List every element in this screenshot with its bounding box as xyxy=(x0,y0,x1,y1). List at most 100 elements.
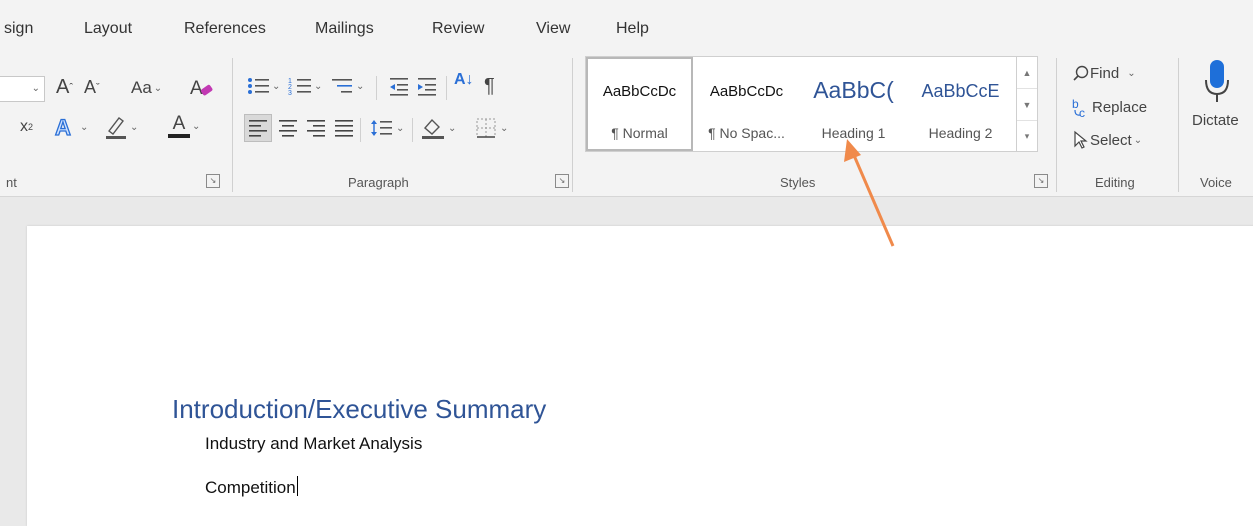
tab-references[interactable]: References xyxy=(184,20,266,38)
pilcrow-icon: ¶ xyxy=(484,75,495,97)
borders-button[interactable]: ⌄ xyxy=(474,116,508,140)
select-button[interactable]: Select ⌄ xyxy=(1072,130,1142,150)
tab-help[interactable]: Help xyxy=(616,20,649,38)
tab-view[interactable]: View xyxy=(536,20,570,38)
align-center-icon xyxy=(279,120,297,137)
replace-button[interactable]: b c Replace xyxy=(1072,96,1147,118)
chevron-down-icon: ⌄ xyxy=(448,122,457,134)
superscript-icon: x xyxy=(20,118,28,135)
shading-button[interactable]: ⌄ xyxy=(420,116,456,140)
search-icon xyxy=(1073,65,1089,81)
justify-button[interactable] xyxy=(332,116,356,140)
voice-group-label: Voice xyxy=(1200,175,1232,190)
document-paragraph[interactable]: Industry and Market Analysis xyxy=(205,434,422,454)
chevron-down-icon: ⌄ xyxy=(396,122,405,134)
tab-mailings[interactable]: Mailings xyxy=(315,20,374,38)
replace-label: Replace xyxy=(1092,98,1148,116)
increase-indent-icon xyxy=(418,78,436,96)
chevron-down-icon: ⌄ xyxy=(80,121,89,133)
chevron-down-icon: ⌄ xyxy=(272,80,281,92)
paragraph-dialog-launcher-icon[interactable]: ↘ xyxy=(555,174,569,188)
shrink-font-icon: A xyxy=(84,77,97,97)
text-effects-button[interactable]: A ⌄ xyxy=(54,114,88,140)
find-label: Find xyxy=(1090,64,1120,82)
increase-indent-button[interactable] xyxy=(416,75,438,97)
divider xyxy=(412,118,413,142)
clear-formatting-icon: A xyxy=(190,78,213,99)
highlight-color-button[interactable]: ⌄ xyxy=(104,114,138,140)
gallery-down-icon[interactable]: ▼ xyxy=(1017,89,1037,121)
bullets-icon xyxy=(248,78,269,94)
style-preview: AaBbCcDc xyxy=(709,83,784,100)
text-effects-icon: A xyxy=(54,114,71,140)
group-divider xyxy=(1056,58,1057,192)
style-preview: AaBbCcDc xyxy=(602,83,677,100)
align-right-button[interactable] xyxy=(304,116,328,140)
highlighter-icon xyxy=(106,117,126,139)
decrease-indent-button[interactable] xyxy=(388,75,410,97)
style-preview: AaBbC( xyxy=(813,77,894,103)
document-paragraph-current[interactable]: Competition xyxy=(205,476,298,498)
find-button[interactable]: Find ⌄ xyxy=(1072,64,1136,82)
change-case-button[interactable]: Aa ⌄ xyxy=(131,78,162,98)
line-spacing-icon xyxy=(371,120,392,136)
clear-formatting-button[interactable]: A xyxy=(188,74,214,100)
style-name: ¶ No Spac... xyxy=(708,125,785,141)
superscript-button[interactable]: x2 xyxy=(20,118,33,136)
chevron-down-icon: ⌄ xyxy=(31,83,40,94)
style-name: ¶ Normal xyxy=(611,125,668,141)
select-label: Select xyxy=(1090,131,1132,149)
bullets-button[interactable]: ⌄ xyxy=(246,75,280,97)
align-center-button[interactable] xyxy=(276,116,300,140)
borders-icon xyxy=(476,118,496,138)
font-color-button[interactable]: A ⌄ xyxy=(168,114,200,138)
chevron-down-icon: ⌄ xyxy=(356,80,365,92)
numbering-button[interactable]: 1 2 3 ⌄ xyxy=(288,75,322,97)
line-spacing-button[interactable]: ⌄ xyxy=(370,116,404,140)
sort-icon: A↓ xyxy=(454,71,474,88)
svg-text:b: b xyxy=(1072,97,1079,111)
multilevel-list-button[interactable]: ⌄ xyxy=(330,75,364,97)
dictate-label: Dictate xyxy=(1192,112,1239,129)
chevron-down-icon: ⌄ xyxy=(1127,67,1136,79)
grow-font-icon: A xyxy=(56,76,70,98)
font-dialog-launcher-icon[interactable]: ↘ xyxy=(206,174,220,188)
tab-layout[interactable]: Layout xyxy=(84,20,132,38)
align-right-icon xyxy=(307,120,325,137)
grow-font-button[interactable]: Aˆ xyxy=(56,76,73,99)
microphone-icon xyxy=(1205,60,1229,102)
gallery-more-icon[interactable]: ▾ xyxy=(1017,121,1037,152)
styles-gallery: AaBbCcDc ¶ Normal AaBbCcDc ¶ No Spac... … xyxy=(585,56,1017,152)
cursor-arrow-icon xyxy=(1074,130,1088,149)
replace-icon: b c xyxy=(1072,97,1085,118)
svg-text:A: A xyxy=(55,115,71,140)
style-normal[interactable]: AaBbCcDc ¶ Normal xyxy=(586,57,693,151)
svg-text:3: 3 xyxy=(288,90,292,97)
tab-review[interactable]: Review xyxy=(432,20,484,38)
group-divider xyxy=(1178,58,1179,192)
gallery-up-icon[interactable]: ▲ xyxy=(1017,57,1037,89)
svg-text:A: A xyxy=(190,78,203,99)
font-size-box[interactable]: ⌄ xyxy=(0,76,45,102)
text-cursor xyxy=(296,476,298,496)
style-name: Heading 1 xyxy=(821,125,886,141)
align-left-button[interactable] xyxy=(244,114,272,142)
shrink-font-button[interactable]: Aˇ xyxy=(84,77,100,98)
style-heading-1[interactable]: AaBbC( Heading 1 xyxy=(800,57,907,151)
style-name: Heading 2 xyxy=(928,125,993,141)
tab-design[interactable]: sign xyxy=(4,20,33,38)
styles-group-label: Styles xyxy=(780,175,816,190)
styles-dialog-launcher-icon[interactable]: ↘ xyxy=(1034,174,1048,188)
style-no-spacing[interactable]: AaBbCcDc ¶ No Spac... xyxy=(693,57,800,151)
svg-text:c: c xyxy=(1079,106,1085,118)
decrease-indent-icon xyxy=(390,78,408,96)
show-formatting-button[interactable]: ¶ xyxy=(484,75,495,98)
change-case-icon: Aa xyxy=(131,78,152,97)
sort-button[interactable]: A↓ xyxy=(454,71,474,88)
font-color-icon: A xyxy=(168,114,190,138)
document-heading[interactable]: Introduction/Executive Summary xyxy=(172,394,546,425)
chevron-down-icon: ⌄ xyxy=(130,121,139,133)
style-heading-2[interactable]: AaBbCcE Heading 2 xyxy=(907,57,1014,151)
styles-gallery-scroll: ▲ ▼ ▾ xyxy=(1016,56,1038,152)
dictate-button[interactable]: Dictate xyxy=(1186,56,1250,166)
